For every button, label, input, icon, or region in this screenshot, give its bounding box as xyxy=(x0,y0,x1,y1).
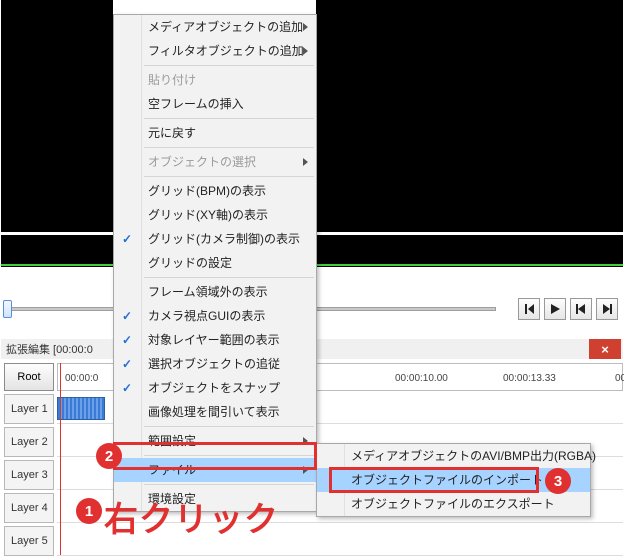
annotation-text: 右クリック xyxy=(104,492,279,541)
ruler-label: 00:00:13.33 xyxy=(503,373,556,384)
submenu-item-export[interactable]: オブジェクトファイルのエクスポート xyxy=(317,492,590,516)
menu-item-select-object: オブジェクトの選択 xyxy=(114,150,316,174)
menu-item-add-filter[interactable]: フィルタオブジェクトの追加 xyxy=(114,39,316,63)
preview-left xyxy=(1,0,113,232)
playhead[interactable] xyxy=(60,363,61,555)
ruler-label: 00:00:16. xyxy=(615,373,624,384)
annotation-badge-1: 1 xyxy=(76,498,102,524)
timeline-clip[interactable] xyxy=(57,397,105,420)
root-button[interactable]: Root xyxy=(4,363,54,391)
menu-separator xyxy=(144,147,314,148)
layer-label[interactable]: Layer 2 xyxy=(4,427,54,457)
layer-label[interactable]: Layer 4 xyxy=(4,493,54,523)
menu-item-thin-image[interactable]: 画像処理を間引いて表示 xyxy=(114,400,316,424)
layer-label[interactable]: Layer 5 xyxy=(4,526,54,556)
menu-item-camera-gui[interactable]: カメラ視点GUIの表示 xyxy=(114,304,316,328)
menu-separator xyxy=(144,277,314,278)
annotation-badge-2: 2 xyxy=(96,443,122,469)
ruler-label: 00:00:10.00 xyxy=(395,373,448,384)
menu-item-grid-bpm[interactable]: グリッド(BPM)の表示 xyxy=(114,179,316,203)
menu-separator xyxy=(144,484,314,485)
close-button[interactable]: × xyxy=(589,339,621,359)
play-button[interactable] xyxy=(544,298,566,320)
menu-item-insert-empty[interactable]: 空フレームの挿入 xyxy=(114,92,316,116)
menu-item-outside-frame[interactable]: フレーム領域外の表示 xyxy=(114,280,316,304)
layer-label[interactable]: Layer 3 xyxy=(4,460,54,490)
menu-separator xyxy=(144,176,314,177)
context-menu: メディアオブジェクトの追加 フィルタオブジェクトの追加 貼り付け 空フレームの挿… xyxy=(113,14,317,512)
transport-controls xyxy=(518,298,618,320)
ruler-label: 00:00:0 xyxy=(65,373,98,384)
menu-separator xyxy=(144,426,314,427)
menu-item-undo[interactable]: 元に戻す xyxy=(114,121,316,145)
menu-item-add-media[interactable]: メディアオブジェクトの追加 xyxy=(114,15,316,39)
go-end-button[interactable] xyxy=(596,298,618,320)
go-start-button[interactable] xyxy=(570,298,592,320)
menu-item-grid-xy[interactable]: グリッド(XY軸)の表示 xyxy=(114,203,316,227)
menu-item-snap[interactable]: オブジェクトをスナップ xyxy=(114,376,316,400)
menu-item-target-layer[interactable]: 対象レイヤー範囲の表示 xyxy=(114,328,316,352)
annotation-box-file xyxy=(113,442,317,470)
seek-slider-knob[interactable] xyxy=(3,300,12,318)
menu-item-paste: 貼り付け xyxy=(114,68,316,92)
submenu-item-avi-bmp[interactable]: メディアオブジェクトのAVI/BMP出力(RGBA) xyxy=(317,444,590,468)
step-back-button[interactable] xyxy=(518,298,540,320)
preview-right xyxy=(316,0,623,232)
annotation-box-import xyxy=(329,467,539,493)
menu-separator xyxy=(144,65,314,66)
timeline-title: 拡張編集 [00:00:0 xyxy=(6,341,93,357)
layer-label[interactable]: Layer 1 xyxy=(4,394,54,424)
annotation-badge-3: 3 xyxy=(545,468,571,494)
menu-item-grid-camera[interactable]: グリッド(カメラ制御)の表示 xyxy=(114,227,316,251)
menu-separator xyxy=(144,118,314,119)
menu-item-grid-settings[interactable]: グリッドの設定 xyxy=(114,251,316,275)
menu-item-follow-selection[interactable]: 選択オブジェクトの追従 xyxy=(114,352,316,376)
